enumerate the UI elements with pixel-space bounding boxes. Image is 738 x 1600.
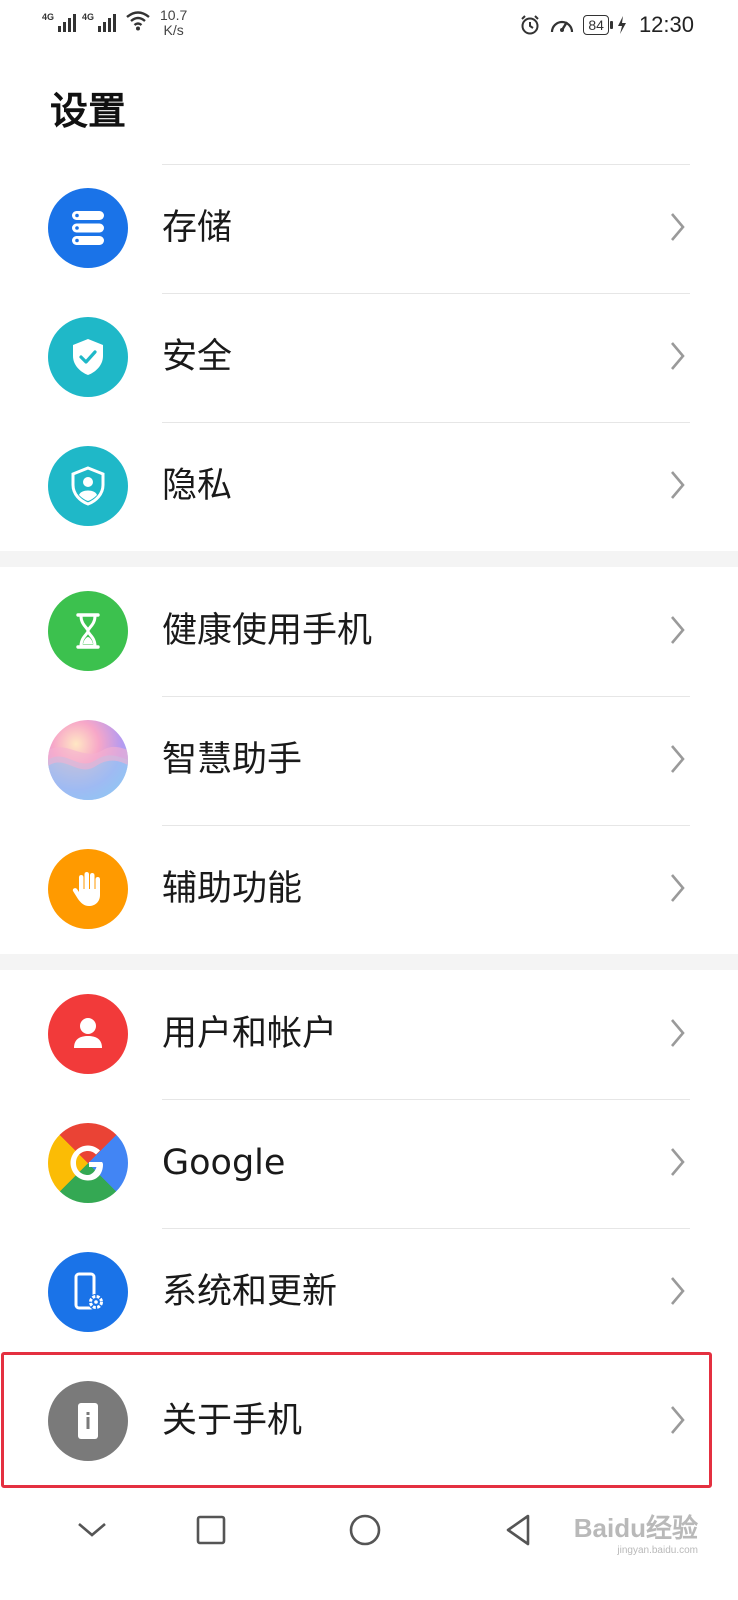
settings-item-label: 用户和帐户 xyxy=(162,1014,338,1054)
settings-item-label: Google xyxy=(162,1143,286,1183)
divider xyxy=(162,293,690,294)
chevron-right-icon xyxy=(671,1277,685,1305)
section-separator xyxy=(0,551,738,567)
page-title: 设置 xyxy=(50,89,127,133)
hourglass-icon xyxy=(48,591,128,671)
privacy-shield-icon xyxy=(48,446,128,526)
hand-icon xyxy=(48,849,128,929)
settings-item-label: 健康使用手机 xyxy=(162,611,373,651)
divider xyxy=(162,164,690,165)
settings-item-label: 辅助功能 xyxy=(162,869,303,909)
settings-item-users-accounts[interactable]: 用户和帐户 xyxy=(0,970,738,1099)
chevron-right-icon xyxy=(671,1148,685,1176)
settings-item-security[interactable]: 安全 xyxy=(0,293,738,422)
watermark-brand: Baidu经验 xyxy=(573,1513,698,1543)
back-button[interactable] xyxy=(496,1508,540,1552)
divider xyxy=(162,696,690,697)
section-separator xyxy=(0,954,738,970)
settings-item-about-phone[interactable]: 关于手机 xyxy=(0,1357,738,1486)
settings-item-label: 隐私 xyxy=(162,466,233,506)
settings-item-label: 存储 xyxy=(162,208,233,248)
settings-item-label: 系统和更新 xyxy=(162,1272,338,1312)
chevron-right-icon xyxy=(671,1406,685,1434)
charging-icon xyxy=(617,16,626,34)
network-type-label-2: 4G xyxy=(82,12,95,22)
settings-item-label: 关于手机 xyxy=(162,1401,303,1441)
divider xyxy=(162,422,690,423)
chevron-right-icon xyxy=(671,874,685,902)
settings-item-storage[interactable]: 存储 xyxy=(0,164,738,293)
status-bar: 4G 4G 10.7 K/s 84 12:30 xyxy=(0,0,738,50)
chevron-right-icon xyxy=(671,471,685,499)
wifi-icon xyxy=(126,11,150,31)
speedometer-icon xyxy=(551,20,574,33)
network-speed-value: 10.7 xyxy=(160,7,188,23)
network-type-label: 4G xyxy=(42,12,55,22)
phone-settings-icon xyxy=(48,1252,128,1332)
cellular-signal-icon: 4G xyxy=(42,8,76,32)
alarm-icon xyxy=(521,15,540,35)
chevron-right-icon xyxy=(671,213,685,241)
user-icon xyxy=(48,994,128,1074)
chevron-down-icon[interactable] xyxy=(70,1508,114,1552)
battery-indicator: 84 xyxy=(583,15,613,35)
chevron-right-icon xyxy=(671,342,685,370)
divider xyxy=(162,1228,690,1229)
assistant-orb-icon xyxy=(48,720,128,800)
shield-check-icon xyxy=(48,317,128,397)
settings-group-system: 用户和帐户 Google 系统和更新 关于手机 xyxy=(0,970,738,1486)
baidu-watermark: Baidu经验 jingyan.baidu.com xyxy=(574,1508,698,1556)
chevron-right-icon xyxy=(671,616,685,644)
chevron-right-icon xyxy=(671,1019,685,1047)
recent-apps-button[interactable] xyxy=(189,1508,233,1552)
cellular-signal-icon-2: 4G xyxy=(82,8,116,32)
home-button[interactable] xyxy=(343,1508,387,1552)
phone-info-icon xyxy=(48,1381,128,1461)
settings-item-digital-balance[interactable]: 健康使用手机 xyxy=(0,567,738,696)
settings-item-label: 智慧助手 xyxy=(162,740,303,780)
settings-item-system-update[interactable]: 系统和更新 xyxy=(0,1228,738,1357)
settings-item-smart-assistant[interactable]: 智慧助手 xyxy=(0,696,738,825)
settings-group-assist: 健康使用手机 智慧助手 辅助功能 xyxy=(0,567,738,954)
settings-item-google[interactable]: Google xyxy=(0,1099,738,1228)
storage-icon xyxy=(48,188,128,268)
divider xyxy=(162,825,690,826)
settings-group-security: 存储 安全 隐私 xyxy=(0,164,738,551)
watermark-url: jingyan.baidu.com xyxy=(617,1545,698,1556)
settings-item-label: 安全 xyxy=(162,337,233,377)
network-speed: 10.7 K/s xyxy=(160,8,187,38)
divider xyxy=(162,1099,690,1100)
network-speed-unit: K/s xyxy=(163,22,184,38)
settings-item-privacy[interactable]: 隐私 xyxy=(0,422,738,551)
settings-item-accessibility[interactable]: 辅助功能 xyxy=(0,825,738,954)
google-icon xyxy=(48,1123,128,1203)
status-time: 12:30 xyxy=(638,12,694,37)
chevron-right-icon xyxy=(671,745,685,773)
